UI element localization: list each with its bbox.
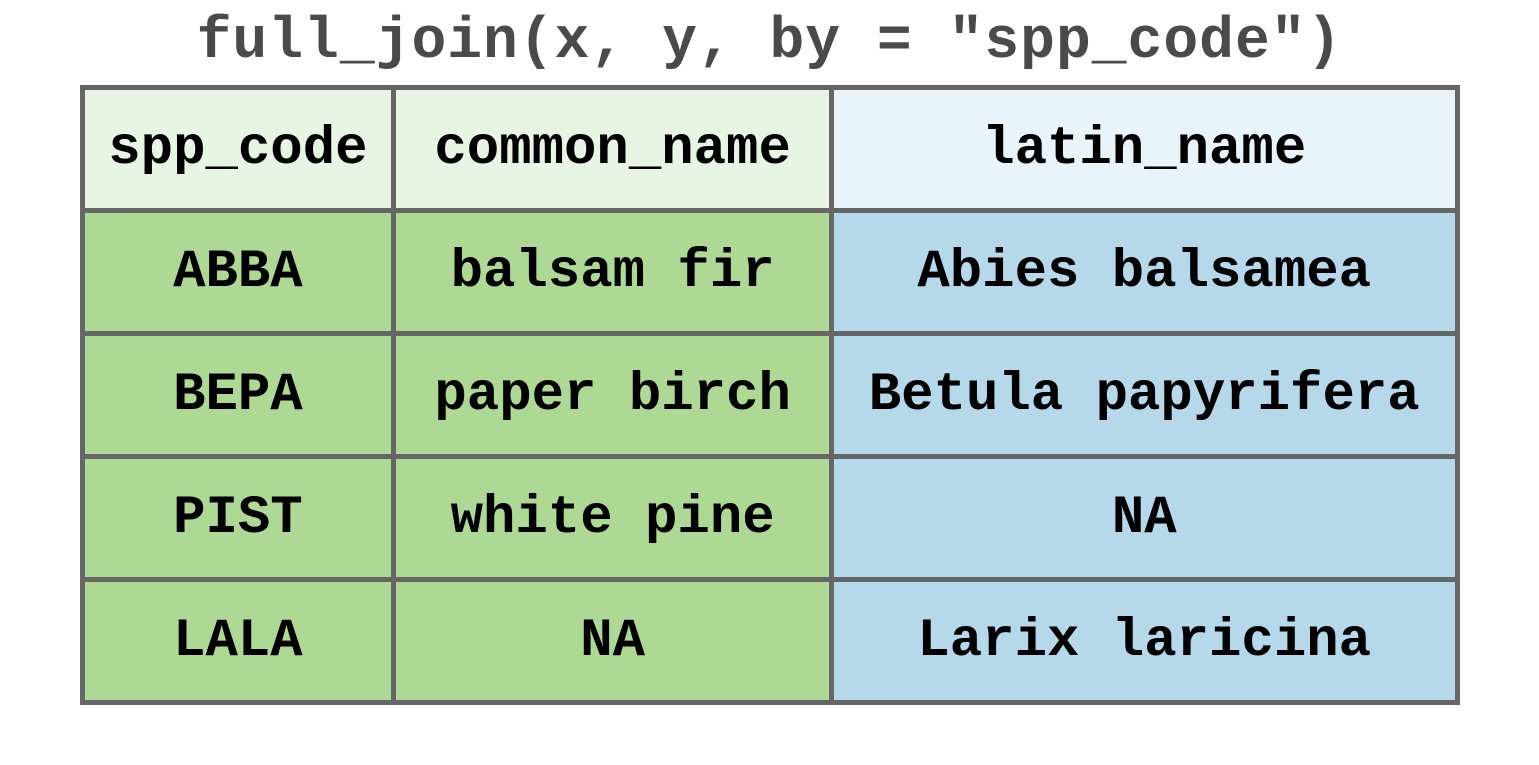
header-spp-code: spp_code bbox=[82, 88, 394, 211]
header-row: spp_code common_name latin_name bbox=[82, 88, 1457, 211]
cell-spp-code: BEPA bbox=[82, 334, 394, 457]
table-row: BEPA paper birch Betula papyrifera bbox=[82, 334, 1457, 457]
cell-common-name: white pine bbox=[394, 457, 832, 580]
cell-spp-code: ABBA bbox=[82, 211, 394, 334]
table-row: LALA NA Larix laricina bbox=[82, 580, 1457, 703]
cell-common-name: paper birch bbox=[394, 334, 832, 457]
cell-spp-code: PIST bbox=[82, 457, 394, 580]
table-row: ABBA balsam fir Abies balsamea bbox=[82, 211, 1457, 334]
cell-latin-name: Betula papyrifera bbox=[831, 334, 1457, 457]
cell-common-name-na: NA bbox=[394, 580, 832, 703]
cell-latin-name-na: NA bbox=[831, 457, 1457, 580]
diagram-container: full_join(x, y, by = "spp_code") spp_cod… bbox=[0, 0, 1539, 765]
cell-spp-code: LALA bbox=[82, 580, 394, 703]
cell-latin-name: Abies balsamea bbox=[831, 211, 1457, 334]
cell-common-name: balsam fir bbox=[394, 211, 832, 334]
header-latin-name: latin_name bbox=[831, 88, 1457, 211]
header-common-name: common_name bbox=[394, 88, 832, 211]
join-result-table: spp_code common_name latin_name ABBA bal… bbox=[80, 85, 1460, 705]
cell-latin-name: Larix laricina bbox=[831, 580, 1457, 703]
code-title: full_join(x, y, by = "spp_code") bbox=[0, 0, 1539, 85]
table-row: PIST white pine NA bbox=[82, 457, 1457, 580]
